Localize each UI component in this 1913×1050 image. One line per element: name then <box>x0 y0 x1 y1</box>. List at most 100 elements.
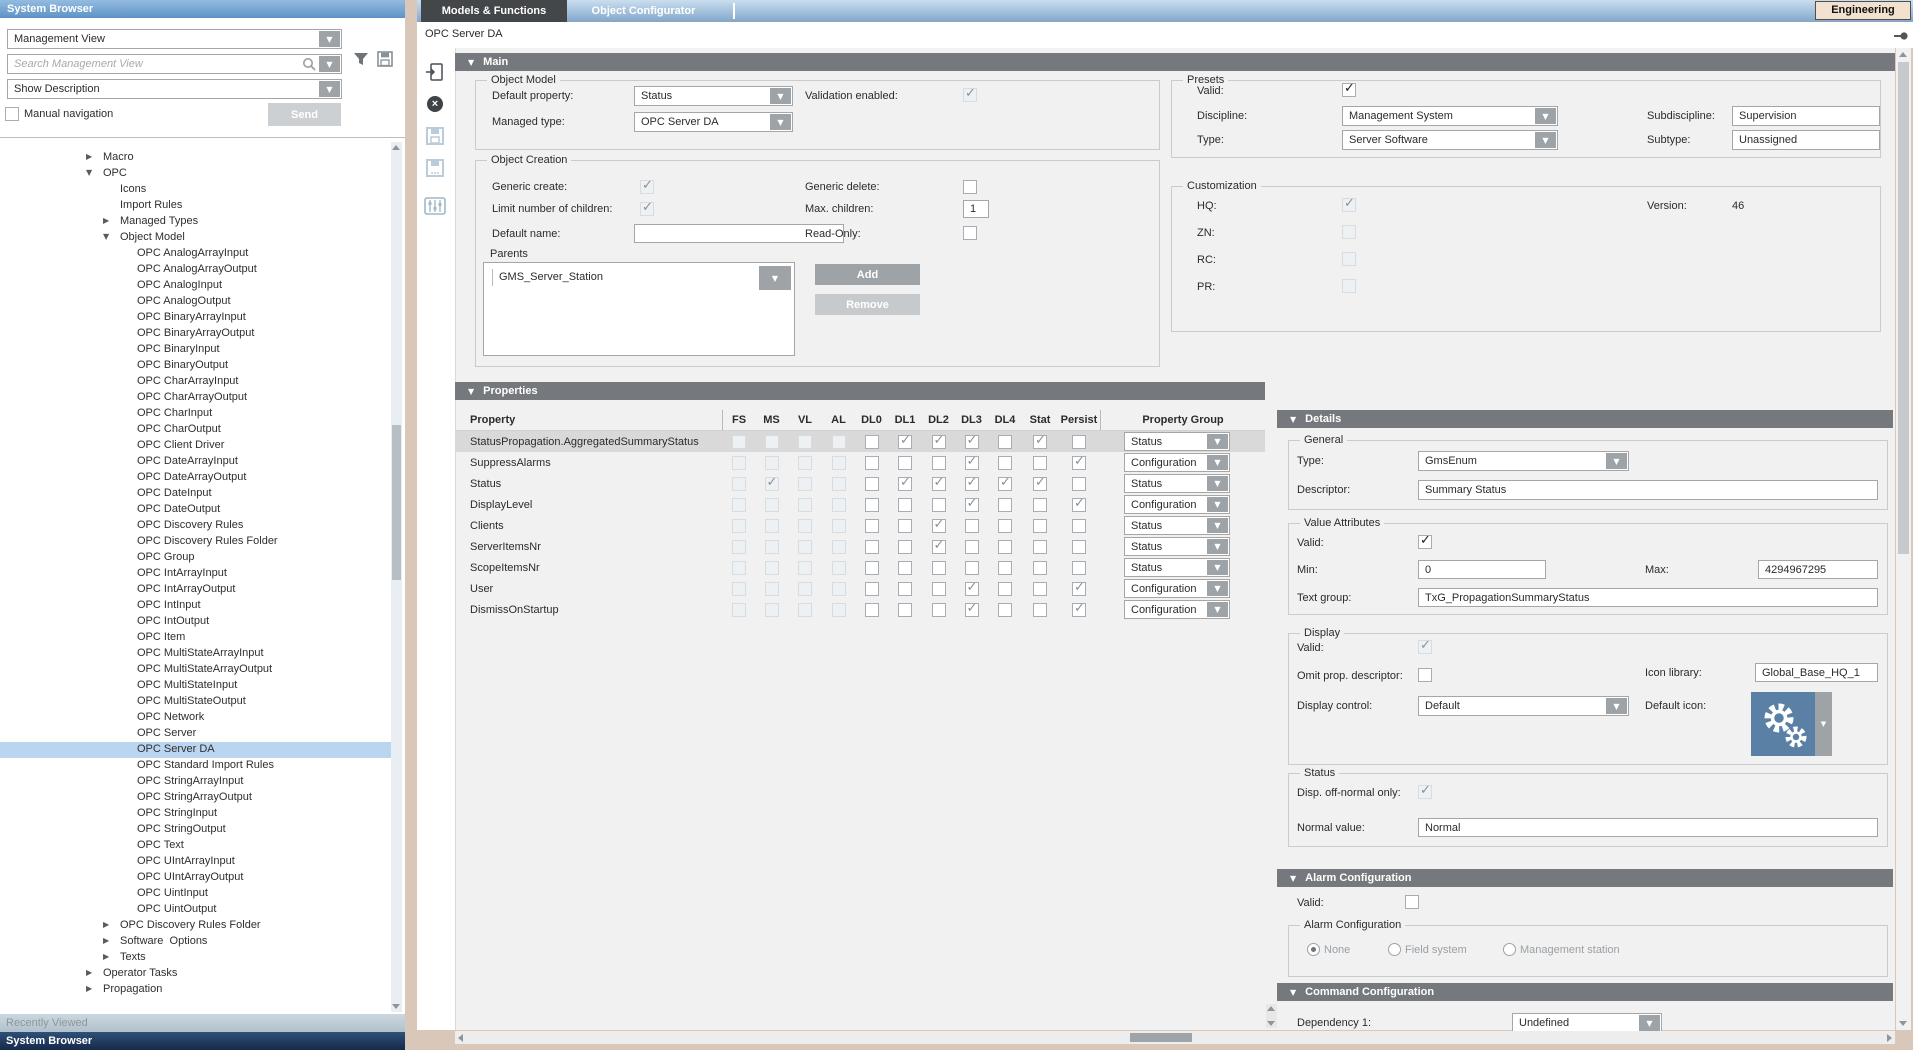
scroll-down-icon[interactable] <box>392 1004 400 1009</box>
icon-library-input[interactable]: Global_Base_HQ_1 <box>1755 663 1878 682</box>
section-header-properties[interactable]: ▼ Properties <box>455 382 1265 400</box>
tree-item[interactable]: OPC AnalogArrayOutput <box>0 262 391 278</box>
discard-icon[interactable]: × <box>423 92 447 116</box>
flag-checkbox[interactable] <box>865 519 879 533</box>
default-property-select[interactable]: Status ▼ <box>634 86 793 106</box>
tree-item[interactable]: OPC CharArrayInput <box>0 374 391 390</box>
property-group-select[interactable]: Configuration▼ <box>1124 495 1230 514</box>
presets-valid-checkbox[interactable] <box>1342 83 1356 97</box>
flag-checkbox[interactable] <box>1033 456 1047 470</box>
flag-checkbox[interactable] <box>1033 519 1047 533</box>
add-button[interactable]: Add <box>815 264 920 285</box>
tree-item[interactable]: ▶OPC Discovery Rules Folder <box>0 918 391 934</box>
flag-checkbox[interactable] <box>965 456 979 470</box>
subtype-input[interactable]: Unassigned <box>1732 130 1880 150</box>
flag-checkbox[interactable] <box>1033 561 1047 575</box>
dependency1-select[interactable]: Undefined ▼ <box>1512 1013 1662 1033</box>
flag-checkbox[interactable] <box>1033 477 1047 491</box>
flag-checkbox[interactable] <box>932 603 946 617</box>
property-group-select[interactable]: Configuration▼ <box>1124 579 1230 598</box>
chevron-down-icon[interactable]: ▼ <box>770 114 791 130</box>
property-row[interactable]: ClientsStatus▼ <box>455 515 1265 536</box>
discipline-select[interactable]: Management System ▼ <box>1342 106 1558 126</box>
alarm-management-station-radio[interactable] <box>1503 943 1516 956</box>
chevron-down-icon[interactable]: ▼ <box>1207 518 1228 533</box>
flag-checkbox[interactable] <box>898 582 912 596</box>
property-group-select[interactable]: Status▼ <box>1124 474 1230 493</box>
tree-item[interactable]: OPC DateArrayInput <box>0 454 391 470</box>
flag-checkbox[interactable] <box>932 435 946 449</box>
flag-checkbox[interactable] <box>998 477 1012 491</box>
flag-checkbox[interactable] <box>932 540 946 554</box>
tab-object-configurator[interactable]: Object Configurator <box>567 0 720 22</box>
default-icon-chevron-down-icon[interactable]: ▼ <box>1815 692 1832 756</box>
tree-item[interactable]: OPC CharOutput <box>0 422 391 438</box>
tree-item[interactable]: ▶Propagation <box>0 982 391 998</box>
tree-item[interactable]: ▶Software Options <box>0 934 391 950</box>
tab-models-functions[interactable]: Models & Functions <box>421 0 567 22</box>
tree-item[interactable]: OPC UintInput <box>0 886 391 902</box>
chevron-down-icon[interactable]: ▼ <box>1207 476 1228 491</box>
tree-scrollbar-thumb[interactable] <box>392 425 401 580</box>
collapse-triangle-icon[interactable]: ▼ <box>1290 415 1296 424</box>
chevron-down-icon[interactable]: ▼ <box>1535 132 1556 148</box>
tree-item[interactable]: OPC AnalogInput <box>0 278 391 294</box>
flag-checkbox[interactable] <box>998 582 1012 596</box>
main-horizontal-scrollbar-thumb[interactable] <box>1130 1033 1192 1042</box>
tree-item[interactable]: ▼OPC <box>0 166 391 182</box>
main-vertical-scrollbar[interactable] <box>1896 48 1911 1030</box>
collapse-triangle-icon[interactable]: ▼ <box>1290 874 1296 883</box>
flag-checkbox[interactable] <box>1033 603 1047 617</box>
tree-item[interactable]: OPC StringArrayOutput <box>0 790 391 806</box>
chevron-down-icon[interactable]: ▼ <box>759 266 791 290</box>
remove-button[interactable]: Remove <box>815 294 920 315</box>
floppy-icon[interactable] <box>376 50 394 71</box>
text-group-input[interactable]: TxG_PropagationSummaryStatus <box>1418 588 1878 607</box>
send-button[interactable]: Send <box>268 103 341 126</box>
chevron-down-icon[interactable]: ▼ <box>1535 108 1556 124</box>
expand-arrow-icon[interactable]: ▶ <box>103 936 109 945</box>
display-control-select[interactable]: Default ▼ <box>1418 696 1629 716</box>
tree-item[interactable]: ▶Operator Tasks <box>0 966 391 982</box>
engineering-mode-badge[interactable]: Engineering <box>1815 1 1911 20</box>
scroll-up-icon[interactable] <box>392 145 400 150</box>
expand-arrow-icon[interactable]: ▶ <box>103 952 109 961</box>
tree-item[interactable]: ▼Object Model <box>0 230 391 246</box>
tree-item[interactable]: OPC Text <box>0 838 391 854</box>
chevron-down-icon[interactable]: ▼ <box>1207 434 1228 449</box>
pin-icon[interactable] <box>1894 31 1908 44</box>
flag-checkbox[interactable] <box>998 498 1012 512</box>
property-group-select[interactable]: Status▼ <box>1124 558 1230 577</box>
scroll-left-icon[interactable] <box>458 1034 463 1042</box>
flag-checkbox[interactable] <box>865 477 879 491</box>
property-group-select[interactable]: Status▼ <box>1124 516 1230 535</box>
funnel-icon[interactable] <box>352 50 370 71</box>
tree-item[interactable]: OPC StringOutput <box>0 822 391 838</box>
omit-prop-descriptor-checkbox[interactable] <box>1418 668 1432 682</box>
flag-checkbox[interactable] <box>1072 603 1086 617</box>
flag-checkbox[interactable] <box>965 603 979 617</box>
scroll-right-icon[interactable] <box>1887 1034 1892 1042</box>
flag-checkbox[interactable] <box>1072 477 1086 491</box>
property-row[interactable]: SuppressAlarmsConfiguration▼ <box>455 452 1265 473</box>
flag-checkbox[interactable] <box>998 561 1012 575</box>
scroll-down-icon[interactable] <box>1267 1021 1275 1026</box>
tree-item[interactable]: OPC Server <box>0 726 391 742</box>
flag-checkbox[interactable] <box>898 456 912 470</box>
flag-checkbox[interactable] <box>965 540 979 554</box>
property-row[interactable]: DisplayLevelConfiguration▼ <box>455 494 1265 515</box>
parents-list-item[interactable]: GMS_Server_Station ▼ <box>487 266 791 290</box>
chevron-down-icon[interactable]: ▼ <box>1207 455 1228 470</box>
save-icon[interactable] <box>423 124 447 148</box>
tree-scrollbar[interactable] <box>391 142 402 1012</box>
flag-checkbox[interactable] <box>1033 582 1047 596</box>
collapse-triangle-icon[interactable]: ▼ <box>468 387 474 396</box>
expand-arrow-icon[interactable]: ▶ <box>86 968 92 977</box>
section-header-details[interactable]: ▼ Details <box>1277 410 1893 428</box>
tree-item[interactable]: ▶Texts <box>0 950 391 966</box>
chevron-down-icon[interactable]: ▼ <box>1207 497 1228 512</box>
tree-item[interactable]: OPC Network <box>0 710 391 726</box>
alarm-field-system-radio[interactable] <box>1388 943 1401 956</box>
chevron-down-icon[interactable]: ▼ <box>1606 453 1627 469</box>
magnifier-icon[interactable] <box>302 57 317 75</box>
